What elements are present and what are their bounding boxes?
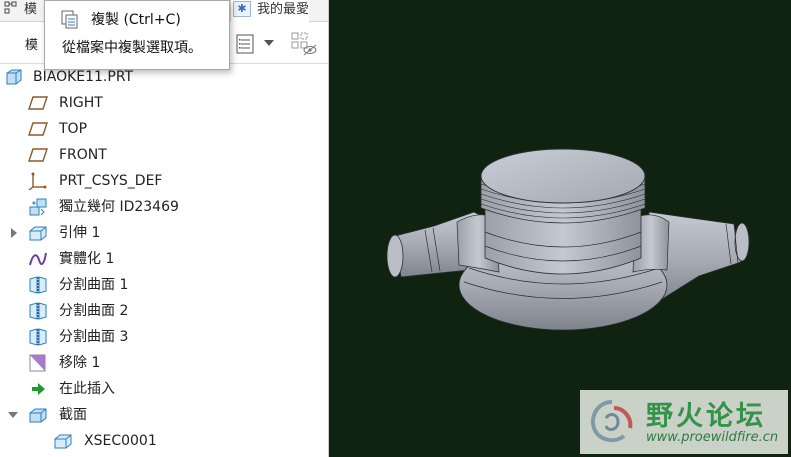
solidify-icon xyxy=(29,252,47,266)
watermark: 野火论坛 www.proewildfire.cn xyxy=(580,390,788,454)
meter-housing-model[interactable] xyxy=(329,0,791,457)
graphics-viewport[interactable] xyxy=(329,0,791,457)
tree-item-label: 分割曲面 3 xyxy=(59,329,129,345)
chevron-down-icon[interactable] xyxy=(7,402,19,428)
tree-item-insert-here[interactable]: 在此插入 xyxy=(0,376,328,402)
split-surface-icon xyxy=(29,276,47,294)
tree-item-label: TOP xyxy=(59,121,88,137)
tree-item-independent-geometry[interactable]: 獨立幾何 ID23469 xyxy=(0,194,328,220)
forum-logo-icon xyxy=(591,400,633,443)
copy-icon xyxy=(61,10,78,29)
extrude-icon xyxy=(29,226,47,241)
toolbar-label: 模 xyxy=(25,38,39,53)
tree-item-top-plane[interactable]: TOP xyxy=(0,116,328,142)
tree-item-right-plane[interactable]: RIGHT xyxy=(0,90,328,116)
datum-plane-icon xyxy=(28,122,48,136)
show-filter-icon[interactable] xyxy=(290,31,318,57)
chevron-right-icon[interactable] xyxy=(8,220,20,246)
tree-item-split-surface-2[interactable]: 分割曲面 2 xyxy=(0,298,328,324)
tab-favorites[interactable]: ✱ 我的最愛 xyxy=(230,0,310,22)
tree-item-label: 分割曲面 2 xyxy=(59,303,129,319)
tree-item-label: 在此插入 xyxy=(59,381,115,397)
tree-item-label: XSEC0001 xyxy=(84,433,157,449)
model-tree-icon xyxy=(4,1,17,14)
datum-plane-icon xyxy=(28,96,48,110)
copy-tooltip: 複製 (Ctrl+C) 從檔案中複製選取項。 xyxy=(44,0,230,70)
section-folder-icon xyxy=(29,408,47,423)
tree-item-label: 移除 1 xyxy=(59,355,101,371)
insert-here-icon xyxy=(32,383,45,395)
tooltip-description: 從檔案中複製選取項。 xyxy=(62,40,202,56)
tree-item-label: 引伸 1 xyxy=(59,225,101,241)
tree-item-label: 實體化 1 xyxy=(59,251,115,267)
tree-item-label: 獨立幾何 ID23469 xyxy=(59,199,179,215)
tree-item-label: PRT_CSYS_DEF xyxy=(59,173,163,189)
tree-item-csys[interactable]: PRT_CSYS_DEF xyxy=(0,168,328,194)
tree-item-split-surface-3[interactable]: 分割曲面 3 xyxy=(0,324,328,350)
tree-item-extrude[interactable]: 引伸 1 xyxy=(0,220,328,246)
remove-icon xyxy=(29,354,46,372)
tree-item-solidify[interactable]: 實體化 1 xyxy=(0,246,328,272)
watermark-url: www.proewildfire.cn xyxy=(646,430,779,445)
xsec-icon xyxy=(54,434,72,449)
model-tree: BIAOKE11.PRT RIGHT TOP FRONT PRT_CSYS_DE… xyxy=(0,64,328,454)
independent-geometry-icon xyxy=(29,198,47,216)
tree-item-remove[interactable]: 移除 1 xyxy=(0,350,328,376)
tree-item-xsec[interactable]: XSEC0001 xyxy=(0,428,328,454)
split-surface-icon xyxy=(29,328,47,346)
favorites-star-icon: ✱ xyxy=(233,1,251,17)
tab-favorites-label: 我的最愛 xyxy=(257,2,310,17)
split-surface-icon xyxy=(29,302,47,320)
tooltip-title: 複製 (Ctrl+C) xyxy=(91,12,181,28)
part-icon xyxy=(6,69,22,85)
tree-item-label: 分割曲面 1 xyxy=(59,277,129,293)
tree-item-label: FRONT xyxy=(59,147,107,163)
tree-settings-icon[interactable] xyxy=(234,33,256,55)
tree-item-split-surface-1[interactable]: 分割曲面 1 xyxy=(0,272,328,298)
csys-icon xyxy=(28,172,47,190)
chevron-down-icon[interactable] xyxy=(264,40,274,46)
tree-item-sections[interactable]: 截面 xyxy=(0,402,328,428)
tab-model-tree[interactable]: 模 xyxy=(4,0,37,22)
tree-item-front-plane[interactable]: FRONT xyxy=(0,142,328,168)
datum-plane-icon xyxy=(28,148,48,162)
tab-model-tree-label: 模 xyxy=(24,2,38,17)
tree-item-label: 截面 xyxy=(59,407,87,423)
tree-item-label: RIGHT xyxy=(59,95,103,111)
watermark-title: 野火论坛 xyxy=(646,401,766,432)
